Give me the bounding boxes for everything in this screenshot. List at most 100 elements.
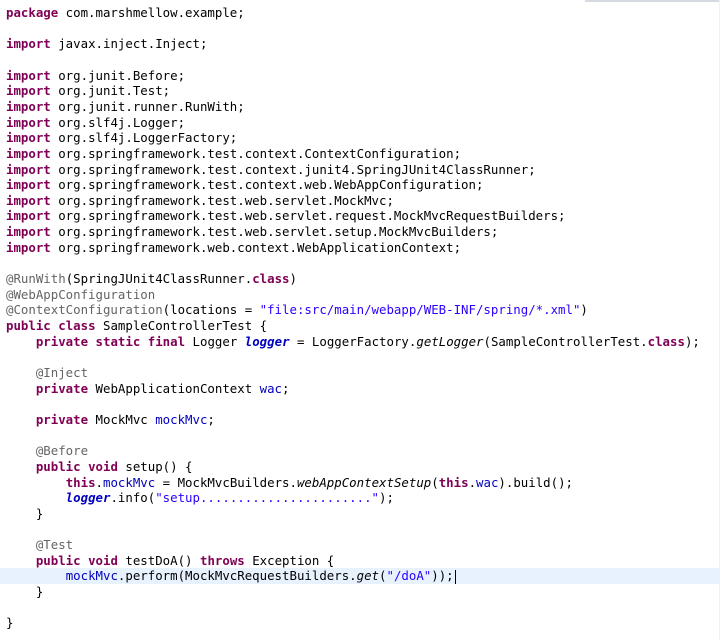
code-token: mockMvc (65, 568, 118, 584)
code-token: .perform(MockMvcRequestBuilders. (117, 568, 357, 584)
code-token: this (65, 474, 96, 490)
code-token: setup() { (117, 458, 193, 474)
code-token: wac (476, 474, 499, 490)
code-token: MockMvc (88, 411, 156, 427)
code-line[interactable]: @Before (6, 443, 88, 459)
code-line[interactable]: import org.junit.runner.RunWith; (6, 99, 245, 115)
code-token: org.springframework.test.context.Context… (50, 145, 462, 161)
code-token: org.springframework.test.web.servlet.req… (50, 208, 566, 224)
code-line-current[interactable]: mockMvc.perform(MockMvcRequestBuilders.g… (0, 568, 720, 584)
code-token: ( (431, 474, 439, 490)
code-editor[interactable]: package com.marshmellow.example; import j… (0, 0, 720, 640)
code-token: . (468, 474, 477, 490)
code-token: import (6, 98, 51, 114)
code-line[interactable]: import org.springframework.test.web.serv… (6, 224, 498, 240)
code-token: ) (580, 302, 588, 318)
code-line[interactable]: import org.springframework.test.web.serv… (6, 193, 394, 209)
code-line[interactable]: this.mockMvc = MockMvcBuilders.webAppCon… (6, 475, 573, 491)
code-line[interactable]: public void setup() { (6, 459, 193, 475)
code-token: import (6, 36, 51, 52)
code-token: )); (431, 568, 454, 584)
code-token: @Inject (35, 364, 89, 380)
code-token: org.springframework.test.context.web.Web… (50, 177, 484, 193)
code-token: mockMvc (155, 411, 208, 427)
code-line[interactable]: private static final Logger logger = Log… (6, 334, 700, 350)
code-token: (SampleControllerTest. (483, 333, 648, 349)
code-token: import (6, 192, 51, 208)
code-token: .info( (110, 490, 156, 506)
code-token: ; (282, 380, 290, 396)
code-token: this (438, 474, 469, 490)
code-line[interactable]: import org.slf4j.LoggerFactory; (6, 130, 237, 146)
code-token: } (6, 615, 14, 631)
code-token: ); (684, 333, 700, 349)
code-line[interactable]: } (6, 615, 13, 631)
code-token: Exception { (244, 552, 335, 568)
code-line[interactable]: @RunWith(SpringJUnit4ClassRunner.class) (6, 271, 297, 287)
code-line[interactable]: @Inject (6, 365, 88, 381)
code-token: . (95, 474, 103, 490)
code-token: import (6, 224, 51, 240)
code-line[interactable]: import org.springframework.test.context.… (6, 162, 536, 178)
code-token: void (88, 458, 118, 474)
code-line[interactable]: @ContextConfiguration(locations = "file:… (6, 302, 588, 318)
code-line[interactable]: import org.springframework.test.web.serv… (6, 208, 566, 224)
code-token: logger (244, 333, 290, 349)
code-line[interactable]: import org.slf4j.Logger; (6, 115, 185, 131)
code-token: ).build(); (498, 474, 574, 490)
code-line[interactable]: import org.junit.Before; (6, 68, 185, 84)
code-token: = MockMvcBuilders. (155, 474, 297, 490)
code-line[interactable]: import org.springframework.test.context.… (6, 177, 483, 193)
code-line[interactable]: public class SampleControllerTest { (6, 318, 267, 334)
code-token: get (356, 568, 380, 584)
code-token: private (35, 333, 89, 349)
code-token: final (147, 333, 186, 349)
code-token: wac (259, 380, 283, 396)
code-line[interactable]: import javax.inject.Inject; (6, 36, 207, 52)
code-token: "/doA" (386, 568, 432, 584)
code-token: throws (199, 552, 245, 568)
code-line[interactable]: @WebAppConfiguration (6, 287, 155, 303)
code-token: @RunWith (6, 271, 66, 287)
code-token: @Test (35, 537, 74, 553)
code-token: import (6, 130, 51, 146)
code-line[interactable]: package com.marshmellow.example; (6, 5, 245, 21)
code-line[interactable]: } (6, 506, 43, 522)
code-line[interactable]: logger.info("setup......................… (6, 490, 394, 506)
code-token: "file:src/main/webapp/WEB-INF/spring/*.x… (259, 302, 581, 318)
code-token: WebApplicationContext (88, 380, 260, 396)
code-line[interactable]: import org.springframework.web.context.W… (6, 240, 461, 256)
code-line[interactable]: public void testDoA() throws Exception { (6, 553, 334, 569)
code-token: package (6, 5, 59, 20)
code-token: } (6, 505, 44, 521)
code-line[interactable]: import org.springframework.test.context.… (6, 146, 461, 162)
code-line[interactable]: private MockMvc mockMvc; (6, 412, 215, 428)
code-token: import (6, 83, 51, 99)
code-token: import (6, 114, 51, 130)
code-token: import (6, 239, 51, 255)
code-token: com.marshmellow.example; (58, 5, 245, 20)
code-token: Logger (185, 333, 245, 349)
code-token: @WebAppConfiguration (6, 286, 156, 302)
code-line[interactable]: private WebApplicationContext wac; (6, 381, 290, 397)
code-token: public (35, 458, 81, 474)
code-line[interactable]: @Test (6, 537, 73, 553)
code-line[interactable]: } (6, 584, 43, 600)
code-line[interactable]: import org.junit.Test; (6, 83, 170, 99)
code-token: import (6, 145, 51, 161)
code-token: (SpringJUnit4ClassRunner. (65, 271, 253, 287)
code-token: ) (289, 271, 297, 287)
code-token: import (6, 177, 51, 193)
code-token: @Before (35, 443, 89, 459)
